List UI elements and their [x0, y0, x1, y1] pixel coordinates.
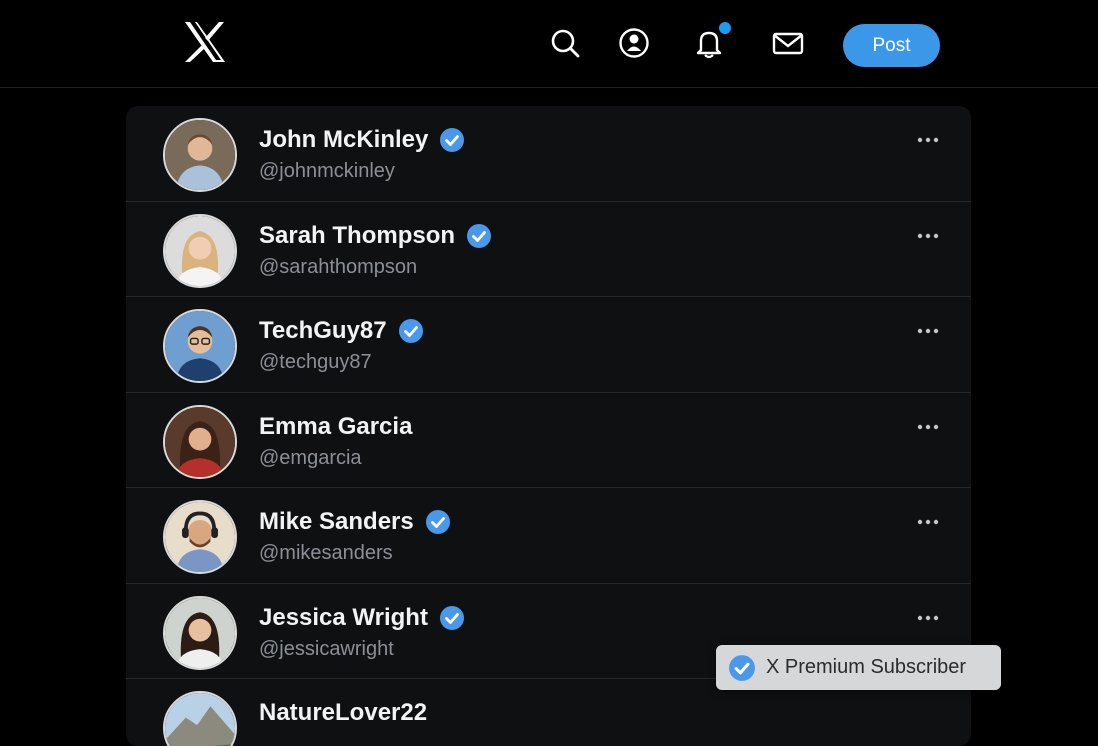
user-name[interactable]: Sarah Thompson — [259, 222, 455, 250]
verified-badge-icon[interactable] — [466, 223, 492, 249]
user-handle: @techguy87 — [259, 351, 372, 373]
user-name[interactable]: John McKinley — [259, 126, 428, 154]
verified-badge-icon[interactable] — [425, 509, 451, 535]
verified-badge-icon — [729, 654, 755, 681]
mail-icon[interactable] — [771, 26, 805, 60]
user-name[interactable]: Emma Garcia — [259, 413, 412, 441]
notification-dot — [719, 22, 731, 34]
user-name[interactable]: Mike Sanders — [259, 508, 414, 536]
user-name[interactable]: TechGuy87 — [259, 317, 387, 345]
list-item[interactable]: Emma Garcia @emgarcia — [126, 393, 971, 488]
avatar[interactable] — [163, 118, 237, 192]
list-item[interactable]: Sarah Thompson @sarahthompson — [126, 202, 971, 297]
search-icon[interactable] — [548, 26, 582, 60]
user-handle: @mikesanders — [259, 542, 393, 564]
user-handle: @johnmckinley — [259, 160, 395, 182]
user-handle: @jessicawright — [259, 637, 394, 660]
user-handle: @sarahthompson — [259, 255, 418, 278]
list-item[interactable]: TechGuy87 @techguy87 — [126, 297, 971, 393]
list-item[interactable]: Mike Sanders @mikesanders — [126, 488, 971, 584]
post-button[interactable]: Post — [843, 24, 940, 67]
more-options-icon[interactable] — [915, 417, 941, 437]
x-logo-icon[interactable] — [182, 20, 228, 64]
user-name[interactable]: Jessica Wright — [259, 604, 428, 632]
profile-icon[interactable] — [617, 26, 651, 60]
avatar[interactable] — [163, 595, 237, 670]
avatar[interactable] — [163, 404, 237, 479]
avatar[interactable] — [163, 500, 237, 574]
more-options-icon[interactable] — [915, 321, 941, 341]
verified-badge-icon[interactable] — [398, 318, 424, 344]
verified-badge-icon[interactable] — [439, 605, 465, 631]
premium-tooltip: X Premium Subscriber — [716, 645, 1001, 690]
avatar[interactable] — [163, 309, 237, 383]
top-navigation-bar: Post — [0, 0, 1098, 88]
verified-badge-icon[interactable] — [439, 127, 465, 153]
list-item[interactable]: John McKinley @johnmckinley — [126, 106, 971, 202]
more-options-icon[interactable] — [915, 608, 941, 628]
more-options-icon[interactable] — [915, 512, 941, 532]
more-options-icon[interactable] — [915, 130, 941, 150]
user-name[interactable]: NatureLover22 — [259, 699, 427, 727]
user-handle: @emgarcia — [259, 446, 362, 469]
avatar[interactable] — [163, 213, 237, 288]
avatar[interactable] — [163, 691, 237, 746]
tooltip-text: X Premium Subscriber — [766, 656, 967, 678]
more-options-icon[interactable] — [915, 226, 941, 246]
